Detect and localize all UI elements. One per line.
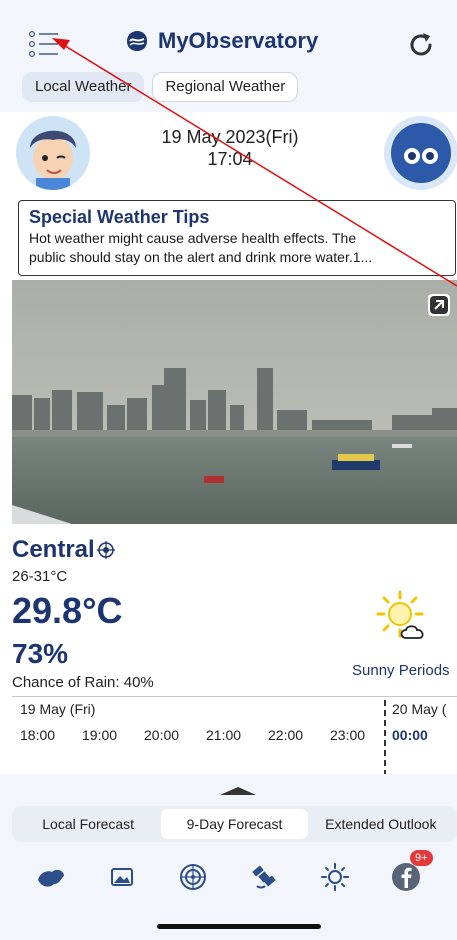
hourly-day-1: 19 May (Fri) (20, 701, 96, 717)
image-gallery-icon[interactable] (105, 860, 139, 894)
hour-slot: 20:00 (144, 727, 180, 743)
relative-humidity: 73% (12, 638, 69, 669)
location-selector[interactable]: Central (12, 536, 115, 564)
temperature-range: 26-31°C (12, 568, 68, 585)
forecast-tabs: Local Forecast 9-Day Forecast Extended O… (12, 806, 457, 842)
tab-local-weather[interactable]: Local Weather (22, 72, 145, 102)
tips-line-2: public should stay on the alert and drin… (29, 249, 373, 265)
menu-icon[interactable] (28, 30, 60, 58)
sunny-periods-icon (376, 590, 424, 639)
current-time: 17:04 (207, 149, 253, 169)
home-indicator (157, 924, 321, 929)
app-title-text: MyObservatory (158, 28, 319, 53)
hour-slot: 22:00 (268, 727, 304, 743)
weather-tabs: Local Weather Regional Weather (22, 72, 299, 102)
crosshair-location-icon (96, 541, 115, 559)
special-weather-tips[interactable]: Special Weather Tips Hot weather might c… (18, 200, 456, 276)
mascot-avatar[interactable] (16, 116, 90, 190)
hourly-day-2: 20 May ( (392, 701, 447, 717)
bottom-nav: 9+ (0, 848, 457, 906)
refresh-icon[interactable] (406, 30, 436, 60)
radar-icon[interactable] (176, 860, 210, 894)
uv-sun-icon[interactable] (318, 860, 352, 894)
location-name: Central (12, 536, 95, 563)
current-temperature: 29.8°C (12, 590, 123, 631)
facebook-button[interactable]: 9+ (389, 850, 433, 894)
notification-badge: 9+ (410, 850, 433, 866)
hour-slot: 18:00 (20, 727, 56, 743)
tab-extended-outlook[interactable]: Extended Outlook (308, 809, 454, 839)
harbour-webcam-photo[interactable] (12, 280, 457, 524)
hourly-forecast[interactable]: 19 May (Fri) 20 May ( 18:00 19:00 20:00 … (12, 696, 457, 776)
app-title: MyObservatory (124, 28, 318, 54)
satellite-icon[interactable] (247, 860, 281, 894)
my-weather-observation-badge[interactable] (384, 116, 457, 190)
tips-title: Special Weather Tips (29, 207, 210, 227)
date-time: 19 May 2023(Fri) 17:04 (110, 126, 350, 170)
tips-line-1: Hot weather might cause adverse health e… (29, 230, 357, 246)
tab-local-forecast[interactable]: Local Forecast (15, 809, 161, 839)
hko-logo-icon (127, 31, 147, 51)
hour-slot: 21:00 (206, 727, 242, 743)
day-divider (384, 700, 386, 776)
chance-of-rain: Chance of Rain: 40% (12, 674, 154, 691)
hour-slot: 23:00 (330, 727, 366, 743)
tab-regional-weather[interactable]: Regional Weather (152, 72, 299, 102)
hour-slot: 00:00 (392, 727, 428, 743)
hk-map-icon[interactable] (34, 860, 68, 894)
expand-handle-icon[interactable] (218, 786, 258, 796)
open-external-icon[interactable] (428, 294, 450, 316)
tab-9-day-forecast[interactable]: 9-Day Forecast (161, 809, 308, 839)
hour-slot: 19:00 (82, 727, 118, 743)
current-date: 19 May 2023(Fri) (161, 127, 299, 147)
weather-description: Sunny Periods (352, 662, 450, 679)
